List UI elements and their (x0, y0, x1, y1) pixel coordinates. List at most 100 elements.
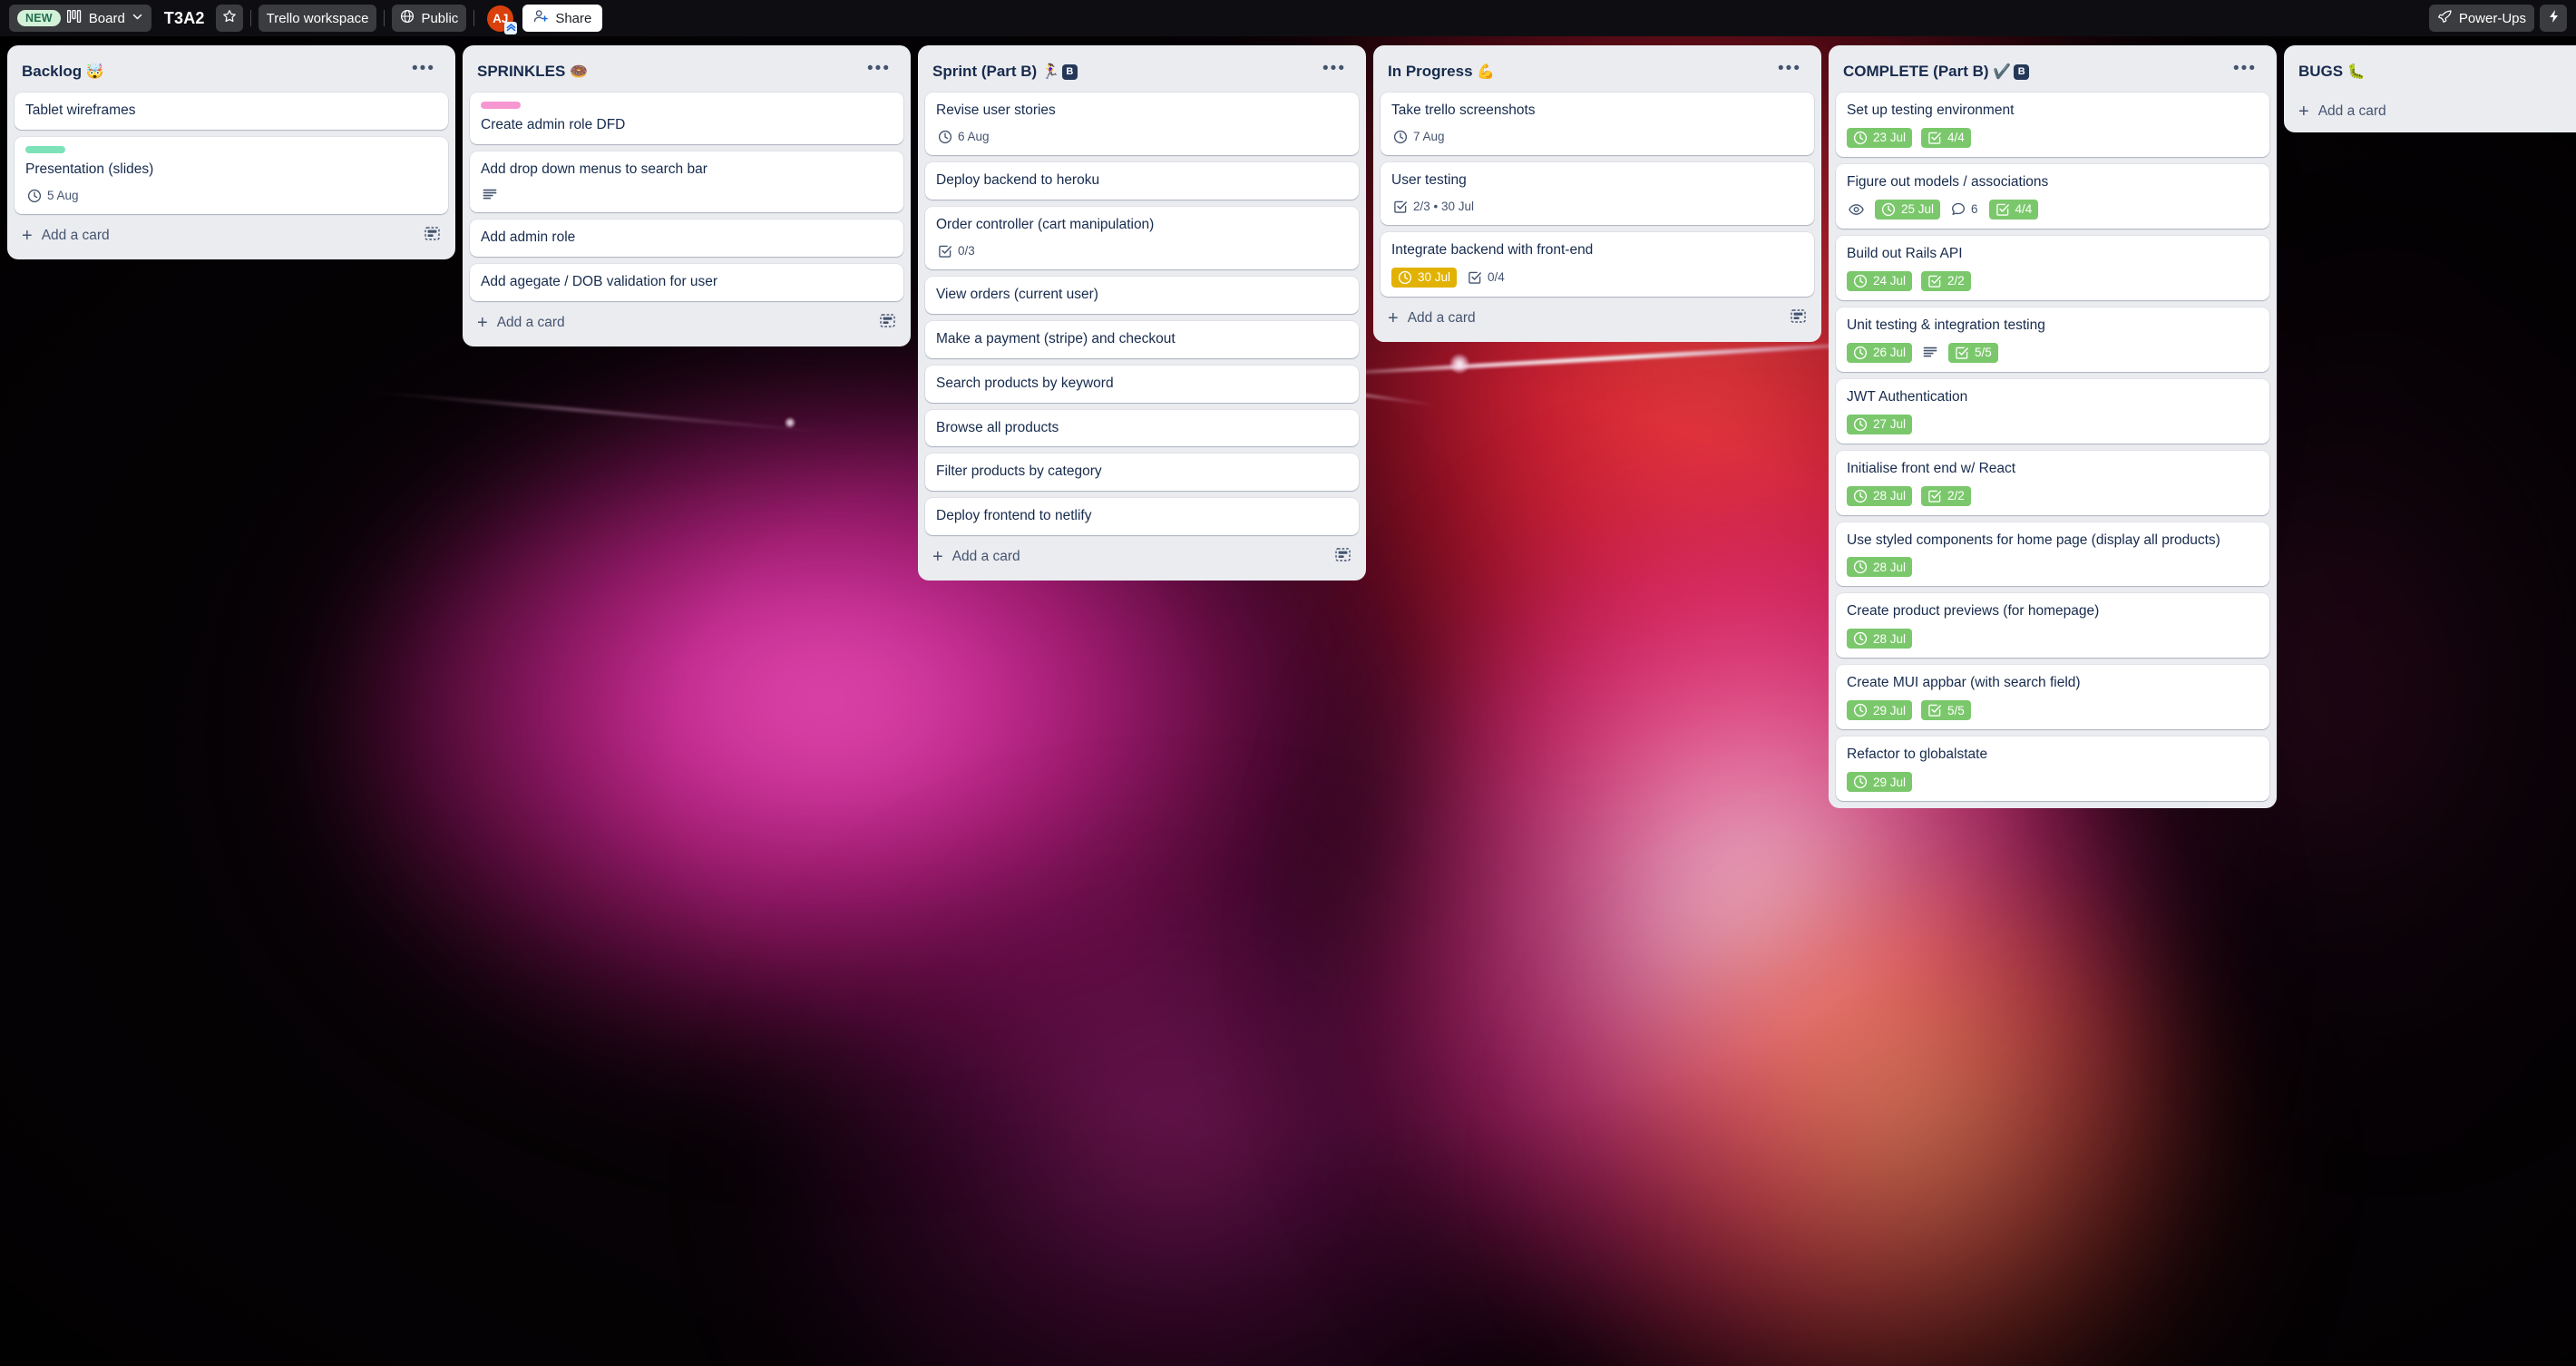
card[interactable]: Unit testing & integration testing 26 Ju… (1836, 307, 2269, 372)
board-list: In Progress 💪 ••• Take trello screenshots … (1373, 45, 1821, 342)
list-actions-menu-button[interactable]: ••• (1772, 60, 1807, 81)
list-title[interactable]: Backlog 🤯 (22, 62, 104, 82)
list-actions-menu-button[interactable]: ••• (862, 60, 896, 81)
card-badge-due: 28 Jul (1847, 629, 1913, 649)
card[interactable]: Figure out models / associations 25 Jul … (1836, 163, 2269, 229)
card[interactable]: Browse all products (925, 409, 1359, 447)
card[interactable]: Take trello screenshots 7 Aug (1381, 93, 1814, 155)
automation-button[interactable] (2540, 5, 2567, 32)
card-badge-text: 25 Jul (1901, 202, 1935, 217)
card-badge-text: 6 (1971, 202, 1978, 217)
card-label[interactable] (25, 145, 65, 153)
template-card-icon (424, 227, 441, 246)
list-title[interactable]: COMPLETE (Part B) ✔️ B (1843, 62, 2030, 82)
clock-icon (1398, 270, 1412, 285)
page-title[interactable]: T3A2 (164, 9, 205, 28)
add-card-button[interactable]: + Add a card (22, 227, 110, 245)
card-title: Tablet wireframes (25, 102, 136, 118)
clock-icon (1881, 202, 1896, 217)
workspace-button[interactable]: Trello workspace (258, 5, 377, 32)
star-board-button[interactable] (215, 5, 243, 32)
card[interactable]: Set up testing environment 23 Jul 4/4 (1836, 93, 2269, 157)
card-title: Add drop down menus to search bar (481, 161, 707, 177)
card[interactable]: User testing 2/3 • 30 Jul (1381, 161, 1814, 225)
card-badge-due: 30 Jul (1391, 267, 1458, 288)
create-from-template-button[interactable] (1334, 546, 1351, 568)
card[interactable]: Use styled components for home page (dis… (1836, 522, 2269, 587)
card-badge-comments: 6 (1949, 200, 1980, 218)
card-title: Deploy backend to heroku (936, 171, 1100, 188)
clock-icon (1393, 130, 1408, 144)
card-badges: 26 Jul 5/5 (1847, 342, 2259, 363)
card[interactable]: View orders (current user) (925, 276, 1359, 314)
list-actions-menu-button[interactable]: ••• (1317, 60, 1351, 81)
card[interactable]: Presentation (slides) 5 Aug (15, 136, 448, 214)
card-title: Unit testing & integration testing (1847, 317, 2045, 333)
card[interactable]: Build out Rails API 24 Jul 2/2 (1836, 235, 2269, 300)
clock-icon (1853, 417, 1868, 432)
add-card-label: Add a card (2317, 103, 2386, 119)
add-card-button[interactable]: + Add a card (477, 314, 565, 332)
chevron-down-icon (132, 11, 143, 26)
add-card-label: Add a card (1407, 309, 1476, 326)
list-title[interactable]: In Progress 💪 (1388, 62, 1495, 82)
card-badge-due: 25 Jul (1875, 199, 1941, 220)
card-badge-checklist: 2/3 • 30 Jul (1391, 198, 1476, 216)
card-badges: 7 Aug (1391, 128, 1803, 146)
list-title[interactable]: BUGS 🐛 (2298, 62, 2366, 82)
list-title[interactable]: SPRINKLES 🍩 (477, 62, 588, 82)
clock-icon (938, 130, 952, 144)
card-badge-text: 2/2 (1947, 274, 1965, 288)
add-card-button[interactable]: + Add a card (1388, 309, 1476, 327)
card-title: Presentation (slides) (25, 161, 154, 177)
list-title-emoji: ✔️ (1993, 64, 2012, 80)
add-card-button[interactable]: + Add a card (932, 548, 1020, 566)
add-card-button[interactable]: + Add a card (2298, 102, 2386, 121)
card-badge-due: 28 Jul (1847, 557, 1913, 578)
card[interactable]: Initialise front end w/ React 28 Jul 2/2 (1836, 450, 2269, 515)
card-badge-checklist: 4/4 (1921, 127, 1971, 148)
card-badge-checklist: 2/2 (1921, 485, 1971, 506)
card[interactable]: Tablet wireframes (15, 93, 448, 130)
create-from-template-button[interactable] (1790, 307, 1807, 329)
share-button[interactable]: Share (522, 5, 603, 32)
card[interactable]: Add agegate / DOB validation for user (470, 263, 903, 301)
create-from-template-button[interactable] (424, 225, 441, 247)
card[interactable]: Create MUI appbar (with search field) 29… (1836, 665, 2269, 730)
card-list: Revise user stories 6 Aug Deploy backend … (925, 93, 1359, 536)
template-card-icon (1790, 309, 1807, 328)
card-badge-text: 28 Jul (1873, 631, 1907, 646)
avatar[interactable]: AJ (487, 5, 518, 34)
create-from-template-button[interactable] (879, 312, 896, 334)
card[interactable]: Deploy frontend to netlify (925, 498, 1359, 536)
list-actions-menu-button[interactable]: ••• (2228, 60, 2262, 81)
add-card-row: + Add a card (925, 535, 1359, 573)
card[interactable]: JWT Authentication 27 Jul (1836, 378, 2269, 444)
list-actions-menu-button[interactable]: ••• (406, 60, 441, 81)
card[interactable]: Search products by keyword (925, 365, 1359, 403)
description-icon (1923, 346, 1937, 359)
card[interactable]: Add admin role (470, 219, 903, 257)
power-ups-button[interactable]: Power-Ups (2428, 5, 2534, 32)
comment-icon (1951, 202, 1966, 216)
card[interactable]: Refactor to globalstate 29 Jul (1836, 737, 2269, 802)
card[interactable]: Create admin role DFD (470, 93, 903, 144)
card[interactable]: Revise user stories 6 Aug (925, 93, 1359, 155)
card-label[interactable] (481, 102, 521, 109)
list-title[interactable]: Sprint (Part B) 🏃‍♀️ B (932, 62, 1078, 82)
card[interactable]: Make a payment (stripe) and checkout (925, 320, 1359, 358)
board-switcher[interactable]: NEW Board (9, 5, 151, 32)
visibility-button[interactable]: Public (392, 5, 467, 32)
card[interactable]: Order controller (cart manipulation) 0/3 (925, 206, 1359, 269)
clock-icon (1853, 274, 1868, 288)
new-badge: NEW (17, 10, 61, 26)
card-badge-text: 27 Jul (1873, 417, 1907, 432)
card[interactable]: Integrate backend with front-end 30 Jul … (1381, 231, 1814, 297)
card[interactable]: Deploy backend to heroku (925, 161, 1359, 200)
star-icon (222, 9, 237, 28)
divider (473, 10, 475, 26)
card[interactable]: Create product previews (for homepage) 2… (1836, 593, 2269, 659)
description-icon (483, 189, 497, 201)
card[interactable]: Filter products by category (925, 454, 1359, 492)
card[interactable]: Add drop down menus to search bar (470, 151, 903, 212)
